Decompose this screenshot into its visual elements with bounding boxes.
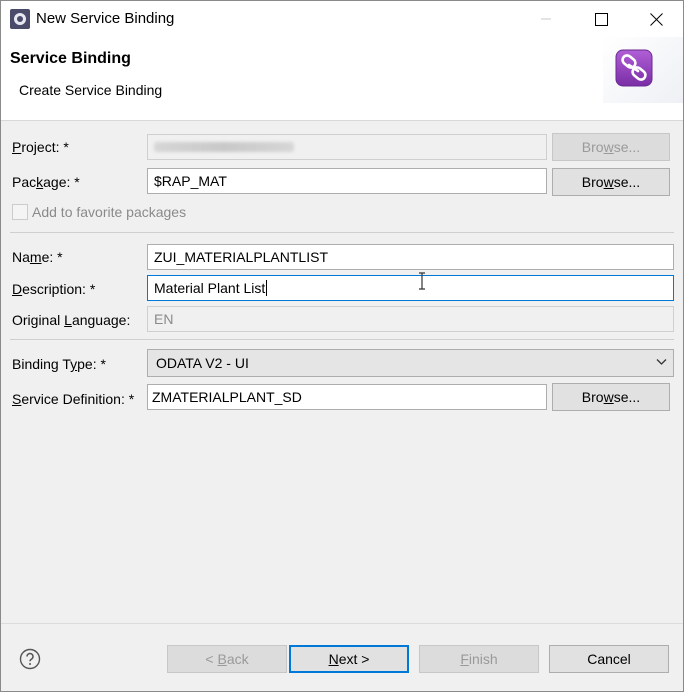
description-input[interactable]: Material Plant List	[147, 275, 674, 301]
next-button[interactable]: Next >	[289, 645, 409, 673]
back-button: < Back	[167, 645, 287, 673]
service-definition-label: Service Definition: *	[12, 391, 135, 407]
cancel-button[interactable]: Cancel	[549, 645, 669, 673]
service-binding-link-icon	[615, 49, 653, 87]
help-icon[interactable]	[19, 648, 41, 670]
chevron-down-icon	[656, 359, 667, 365]
banner-subtitle: Create Service Binding	[19, 82, 163, 98]
name-input[interactable]: ZUI_MATERIALPLANTLIST	[147, 244, 674, 270]
minimize-icon	[541, 18, 551, 20]
original-language-label: Original Language:	[12, 312, 131, 328]
project-label: Project: *	[12, 139, 69, 155]
binding-type-value: ODATA V2 - UI	[156, 355, 249, 371]
package-browse-button[interactable]: Browse...	[552, 168, 670, 196]
binding-type-select[interactable]: ODATA V2 - UI	[147, 349, 674, 377]
maximize-icon	[594, 12, 608, 26]
banner-title: Service Binding	[10, 50, 131, 67]
dialog-window: New Service Binding Service Binding Crea…	[0, 0, 684, 692]
package-label: Package: *	[12, 174, 80, 190]
description-label: Description: *	[12, 281, 96, 297]
add-to-favorites-checkbox	[12, 204, 28, 220]
section-divider	[10, 232, 674, 233]
binding-type-label: Binding Type: *	[12, 356, 106, 372]
add-to-favorites-label: Add to favorite packages	[32, 204, 187, 220]
package-input[interactable]: $RAP_MAT	[147, 168, 547, 194]
minimize-button[interactable]	[523, 1, 569, 37]
project-value-redacted	[154, 142, 294, 152]
service-definition-browse-button[interactable]: Browse...	[552, 383, 670, 411]
name-label: Name: *	[12, 249, 63, 265]
window-title: New Service Binding	[36, 10, 175, 27]
section-divider	[10, 339, 674, 340]
finish-button: Finish	[419, 645, 539, 673]
footer-divider	[1, 623, 683, 624]
project-field	[147, 134, 547, 160]
text-cursor-icon	[419, 272, 425, 290]
title-bar: New Service Binding	[1, 1, 683, 37]
original-language-field: EN	[147, 306, 674, 332]
project-browse-button: Browse...	[552, 133, 670, 161]
close-button[interactable]	[633, 1, 679, 37]
eclipse-icon	[10, 9, 30, 29]
wizard-banner: Service Binding Create Service Binding	[1, 37, 683, 121]
close-icon	[649, 12, 663, 26]
maximize-button[interactable]	[578, 1, 624, 37]
service-definition-input[interactable]: ZMATERIALPLANT_SD	[147, 384, 547, 410]
